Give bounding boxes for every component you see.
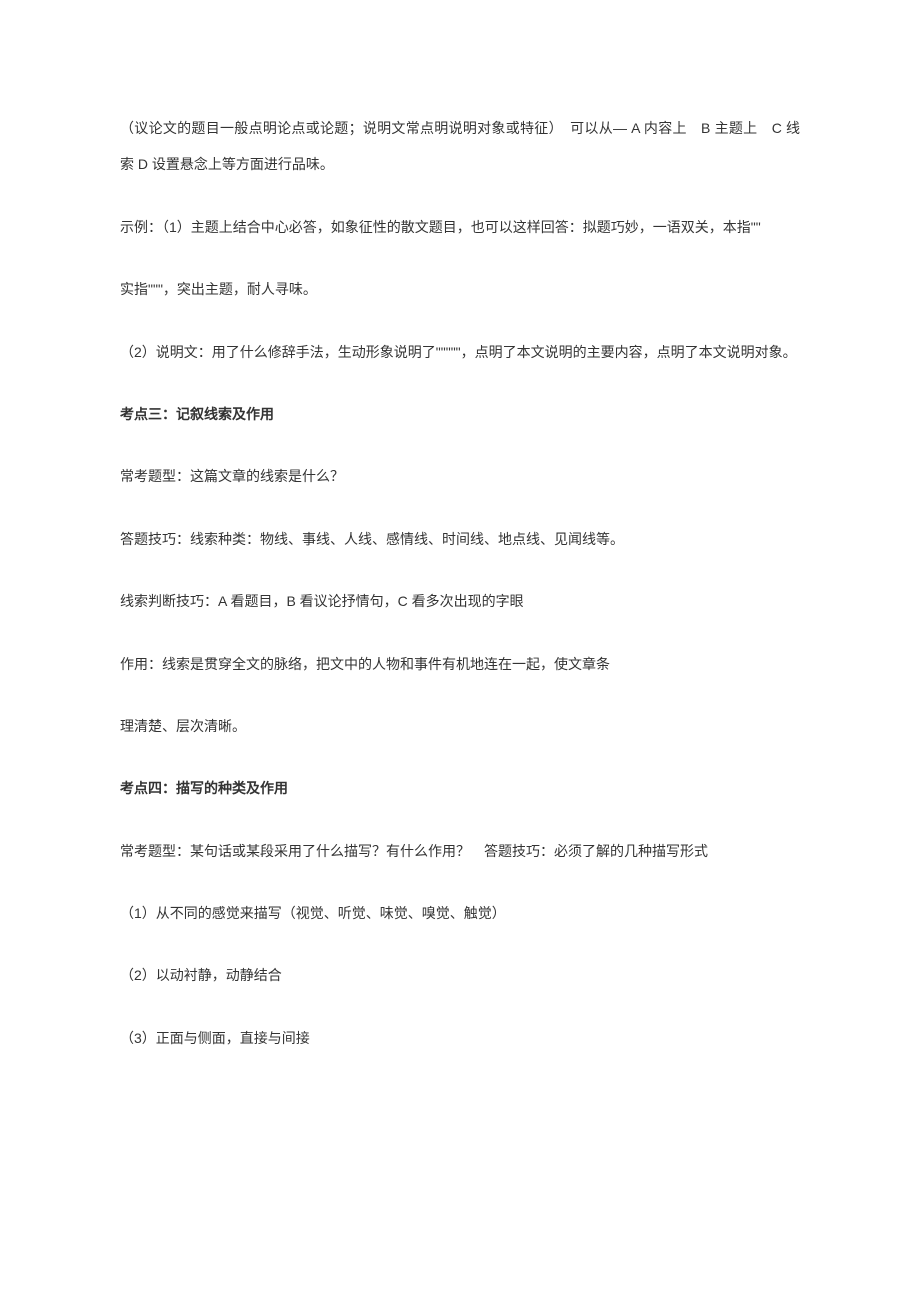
paragraph: 线索判断技巧：A 看题目，B 看议论抒情句，C 看多次出现的字眼 bbox=[120, 583, 800, 619]
paragraph: （议论文的题目一般点明论点或论题；说明文常点明说明对象或特征） 可以从— A 内… bbox=[120, 110, 800, 183]
paragraph: （3）正面与侧面，直接与间接 bbox=[120, 1020, 800, 1056]
paragraph: 常考题型：某句话或某段采用了什么描写？有什么作用？ 答题技巧：必须了解的几种描写… bbox=[120, 833, 800, 869]
paragraph: 答题技巧：线索种类：物线、事线、人线、感情线、时间线、地点线、见闻线等。 bbox=[120, 521, 800, 557]
paragraph: 实指"""，突出主题，耐人寻味。 bbox=[120, 271, 800, 307]
paragraph: 示例：（1）主题上结合中心必答，如象征性的散文题目，也可以这样回答：拟题巧妙，一… bbox=[120, 209, 800, 245]
paragraph: 常考题型：这篇文章的线索是什么？ bbox=[120, 458, 800, 494]
paragraph: 作用：线索是贯穿全文的脉络，把文中的人物和事件有机地连在一起，使文章条 bbox=[120, 646, 800, 682]
document-page: （议论文的题目一般点明论点或论题；说明文常点明说明对象或特征） 可以从— A 内… bbox=[0, 0, 920, 1302]
paragraph: 理清楚、层次清晰。 bbox=[120, 708, 800, 744]
section-heading: 考点四：描写的种类及作用 bbox=[120, 770, 800, 806]
paragraph: （2）以动衬静，动静结合 bbox=[120, 957, 800, 993]
paragraph: （2）说明文：用了什么修辞手法，生动形象说明了"""""，点明了本文说明的主要内… bbox=[120, 334, 800, 370]
paragraph: （1）从不同的感觉来描写（视觉、听觉、味觉、嗅觉、触觉） bbox=[120, 895, 800, 931]
section-heading: 考点三：记叙线索及作用 bbox=[120, 396, 800, 432]
